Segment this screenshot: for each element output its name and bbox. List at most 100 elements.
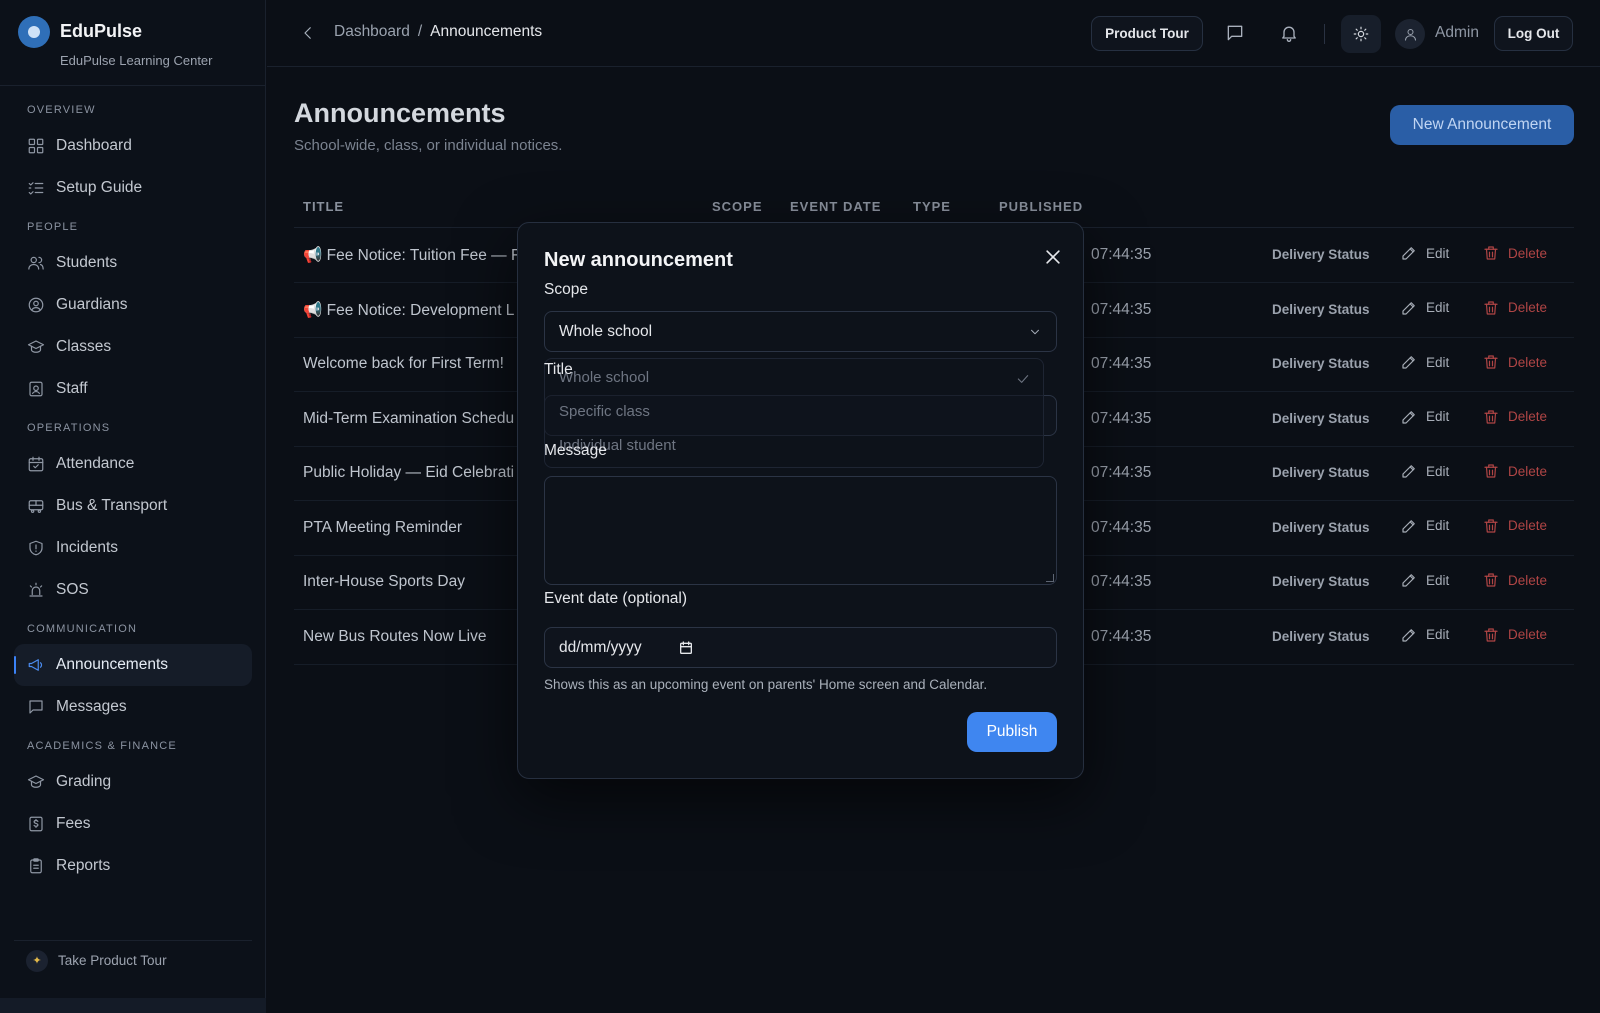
sidebar-item-fees[interactable]: Fees — [14, 803, 252, 845]
sidebar-item-label: Messages — [56, 698, 127, 715]
edit-button[interactable]: Edit — [1400, 517, 1449, 535]
calendar-icon[interactable] — [678, 640, 694, 656]
delete-button[interactable]: Delete — [1482, 353, 1547, 371]
column-header-published[interactable]: PUBLISHED — [999, 199, 1083, 214]
sidebar-item-students[interactable]: Students — [14, 242, 252, 284]
sidebar-item-label: SOS — [56, 581, 89, 598]
column-header-event-date[interactable]: EVENT DATE — [790, 199, 881, 214]
delivery-status-button[interactable]: Delivery Status — [1272, 574, 1370, 589]
delivery-status-button[interactable]: Delivery Status — [1272, 302, 1370, 317]
delivery-status-button[interactable]: Delivery Status — [1272, 411, 1370, 426]
announcement-title[interactable]: Mid-Term Examination Schedu — [303, 410, 514, 428]
sidebar-item-reports[interactable]: Reports — [14, 845, 252, 887]
delete-label: Delete — [1508, 245, 1548, 261]
column-header-scope[interactable]: SCOPE — [712, 199, 763, 214]
delivery-status-button[interactable]: Delivery Status — [1272, 465, 1370, 480]
product-tour-button[interactable]: Product Tour — [1091, 16, 1203, 51]
user-icon — [1403, 27, 1418, 42]
announcement-title[interactable]: Public Holiday — Eid Celebrati — [303, 464, 514, 482]
sidebar-nav: OVERVIEW Dashboard Setup Guide PEOPLE St… — [14, 92, 252, 887]
delete-button[interactable]: Delete — [1482, 462, 1547, 480]
user-name: Admin — [1435, 24, 1479, 41]
header-divider — [1324, 24, 1325, 44]
nav-group-communication: COMMUNICATION Announcements Messages — [14, 615, 252, 728]
chevron-left-icon[interactable] — [299, 24, 317, 42]
breadcrumb-dashboard[interactable]: Dashboard — [334, 23, 410, 40]
delete-button[interactable]: Delete — [1482, 626, 1547, 644]
siren-icon — [27, 581, 45, 599]
close-icon[interactable] — [1043, 247, 1063, 267]
edit-button[interactable]: Edit — [1400, 353, 1449, 371]
delete-button[interactable]: Delete — [1482, 571, 1547, 589]
trash-icon — [1482, 408, 1500, 426]
take-product-tour-link[interactable]: ✦ Take Product Tour — [14, 940, 252, 980]
sidebar-item-label: Students — [56, 254, 118, 271]
bell-icon[interactable] — [1279, 23, 1299, 43]
published-time: 07:44:35 — [1091, 355, 1152, 372]
announcement-title[interactable]: 📢 Fee Notice: Tuition Fee — F — [303, 246, 520, 265]
sidebar-item-label: Dashboard — [56, 137, 132, 154]
page-title: Announcements — [294, 98, 506, 128]
sidebar-item-grading[interactable]: Grading — [14, 761, 252, 803]
sidebar-item-label: Reports — [56, 857, 111, 874]
announcement-title[interactable]: Welcome back for First Term! — [303, 355, 504, 373]
edit-button[interactable]: Edit — [1400, 571, 1449, 589]
column-header-type[interactable]: TYPE — [913, 199, 951, 214]
event-date-input[interactable]: dd/mm/yyyy — [544, 627, 1057, 668]
calendar-check-icon — [27, 455, 45, 473]
announcement-title[interactable]: 📢 Fee Notice: Development L — [303, 301, 514, 320]
new-announcement-modal: New announcement Scope Whole school Whol… — [517, 222, 1084, 779]
column-header-title[interactable]: TITLE — [303, 199, 344, 214]
chat-icon[interactable] — [1225, 23, 1245, 43]
edit-button[interactable]: Edit — [1400, 408, 1449, 426]
delete-label: Delete — [1508, 463, 1548, 479]
sidebar-item-attendance[interactable]: Attendance — [14, 443, 252, 485]
delete-button[interactable]: Delete — [1482, 517, 1547, 535]
publish-button[interactable]: Publish — [967, 712, 1057, 752]
nav-group-operations: OPERATIONS Attendance Bus & Transport In… — [14, 414, 252, 611]
new-announcement-button[interactable]: New Announcement — [1390, 105, 1574, 145]
avatar[interactable] — [1395, 19, 1425, 49]
nav-group-academics-finance: ACADEMICS & FINANCE Grading Fees Reports — [14, 732, 252, 887]
scope-select[interactable]: Whole school — [544, 311, 1057, 352]
sidebar-item-staff[interactable]: Staff — [14, 368, 252, 410]
sidebar-item-messages[interactable]: Messages — [14, 686, 252, 728]
theme-toggle-button[interactable] — [1341, 15, 1381, 53]
edit-label: Edit — [1426, 518, 1450, 533]
sidebar: EduPulse EduPulse Learning Center OVERVI… — [0, 0, 266, 1013]
delivery-status-button[interactable]: Delivery Status — [1272, 356, 1370, 371]
edit-button[interactable]: Edit — [1400, 462, 1449, 480]
delivery-status-button[interactable]: Delivery Status — [1272, 629, 1370, 644]
brand-subtitle: EduPulse Learning Center — [60, 53, 213, 68]
sidebar-item-bus-transport[interactable]: Bus & Transport — [14, 485, 252, 527]
edit-button[interactable]: Edit — [1400, 299, 1449, 317]
announcement-title[interactable]: PTA Meeting Reminder — [303, 519, 462, 537]
delivery-status-button[interactable]: Delivery Status — [1272, 247, 1370, 262]
resize-handle[interactable] — [1046, 574, 1054, 582]
top-bar: Dashboard / Announcements Product Tour Adm… — [267, 0, 1600, 67]
sidebar-item-sos[interactable]: SOS — [14, 569, 252, 611]
announcement-title[interactable]: New Bus Routes Now Live — [303, 628, 487, 646]
logout-button[interactable]: Log Out — [1494, 16, 1573, 51]
sidebar-item-guardians[interactable]: Guardians — [14, 284, 252, 326]
scope-label: Scope — [544, 281, 588, 298]
delete-button[interactable]: Delete — [1482, 408, 1547, 426]
scope-option-specific-class[interactable]: Specific class — [559, 403, 650, 420]
sidebar-item-dashboard[interactable]: Dashboard — [14, 125, 252, 167]
nav-group-title: OPERATIONS — [27, 422, 111, 434]
announcement-title[interactable]: Inter-House Sports Day — [303, 573, 465, 591]
delete-button[interactable]: Delete — [1482, 244, 1547, 262]
message-label: Message — [544, 442, 607, 459]
delete-button[interactable]: Delete — [1482, 299, 1547, 317]
nav-group-title: COMMUNICATION — [27, 623, 138, 635]
sidebar-item-announcements[interactable]: Announcements — [14, 644, 252, 686]
sidebar-item-label: Attendance — [56, 455, 135, 472]
sidebar-item-incidents[interactable]: Incidents — [14, 527, 252, 569]
message-textarea[interactable] — [544, 476, 1057, 585]
edit-button[interactable]: Edit — [1400, 244, 1449, 262]
sidebar-item-setup-guide[interactable]: Setup Guide — [14, 167, 252, 209]
sidebar-item-classes[interactable]: Classes — [14, 326, 252, 368]
delivery-status-button[interactable]: Delivery Status — [1272, 520, 1370, 535]
edit-button[interactable]: Edit — [1400, 626, 1449, 644]
delete-label: Delete — [1508, 409, 1548, 424]
